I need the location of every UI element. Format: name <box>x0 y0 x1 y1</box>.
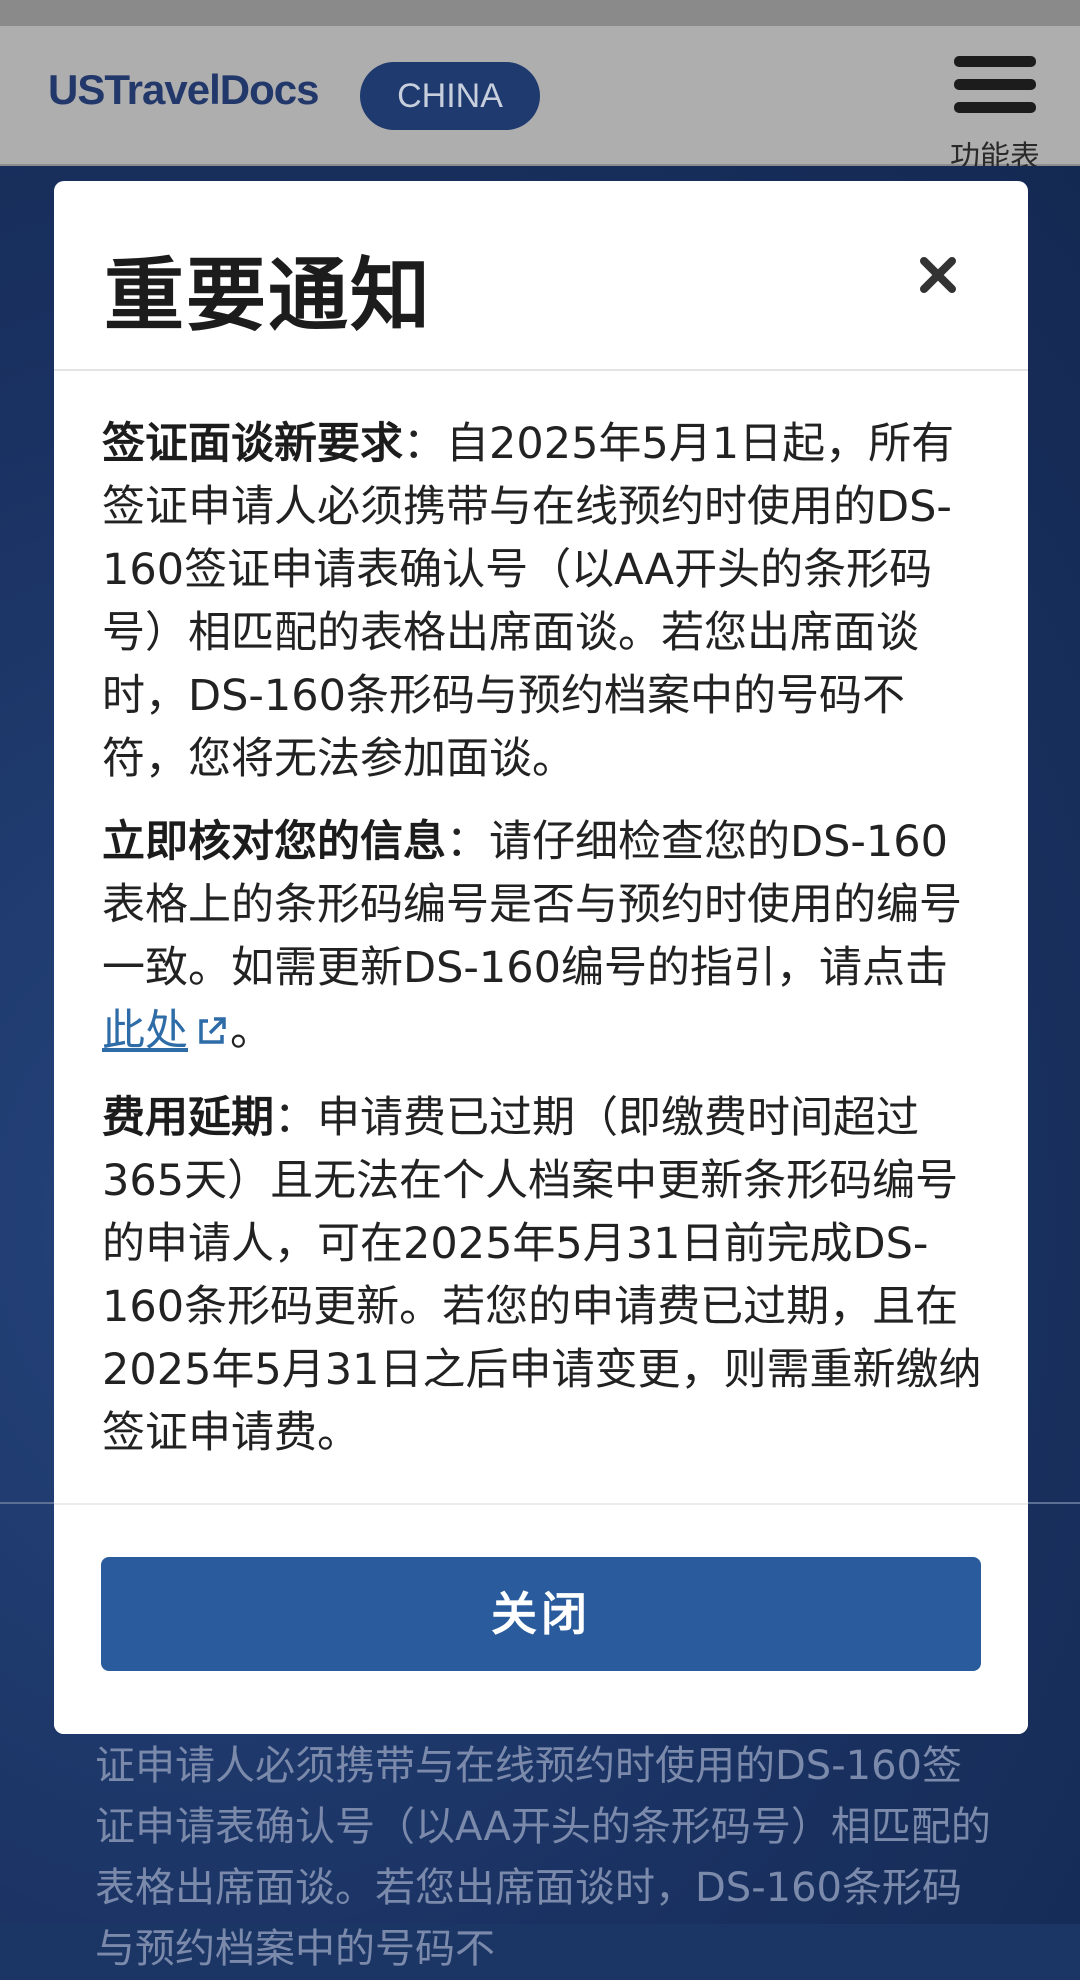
close-icon[interactable] <box>908 245 968 305</box>
notice-paragraph: 签证面谈新要求：自2025年5月1日起，所有签证申请人必须携带与在线预约时使用的… <box>102 413 987 791</box>
menu-button[interactable]: 功能表 <box>940 44 1050 175</box>
paragraph-text: ：申请费已过期（即缴费时间超过365天）且无法在个人档案中更新条形码编号的申请人… <box>102 1093 982 1458</box>
site-header: USTravelDocs CHINA 功能表 <box>0 26 1080 175</box>
hamburger-icon-bar <box>954 79 1036 90</box>
title-divider <box>54 369 1028 371</box>
paragraph-text-end: 。 <box>230 1006 273 1056</box>
close-button[interactable]: 关闭 <box>101 1557 981 1671</box>
modal-footer: 关闭 <box>54 1503 1028 1734</box>
site-logo[interactable]: USTravelDocs <box>48 66 319 114</box>
paragraph-heading: 签证面谈新要求 <box>102 419 403 469</box>
paragraph-text: ：自2025年5月1日起，所有签证申请人必须携带与在线预约时使用的DS-160签… <box>102 419 955 784</box>
modal-title: 重要通知 <box>104 249 432 342</box>
country-badge[interactable]: CHINA <box>360 62 540 130</box>
background-text: 证申请人必须携带与在线预约时使用的DS-160签证申请表确认号（以AA开头的条形… <box>95 1743 991 1972</box>
modal-body[interactable]: 签证面谈新要求：自2025年5月1日起，所有签证申请人必须携带与在线预约时使用的… <box>102 413 987 1683</box>
paragraph-heading: 费用延期 <box>102 1093 274 1143</box>
external-link-icon[interactable] <box>194 1004 230 1067</box>
hamburger-icon-bar <box>954 102 1036 113</box>
notice-modal: 重要通知 签证面谈新要求：自2025年5月1日起，所有签证申请人必须携带与在线预… <box>54 181 1028 1734</box>
notice-paragraph: 立即核对您的信息：请仔细检查您的DS-160表格上的条形码编号是否与预约时使用的… <box>102 811 987 1067</box>
status-bar <box>0 0 1080 26</box>
here-link[interactable]: 此处 <box>102 1006 188 1056</box>
paragraph-heading: 立即核对您的信息 <box>102 817 446 867</box>
notice-paragraph: 费用延期：申请费已过期（即缴费时间超过365天）且无法在个人档案中更新条形码编号… <box>102 1087 987 1465</box>
hamburger-icon <box>954 56 1036 67</box>
